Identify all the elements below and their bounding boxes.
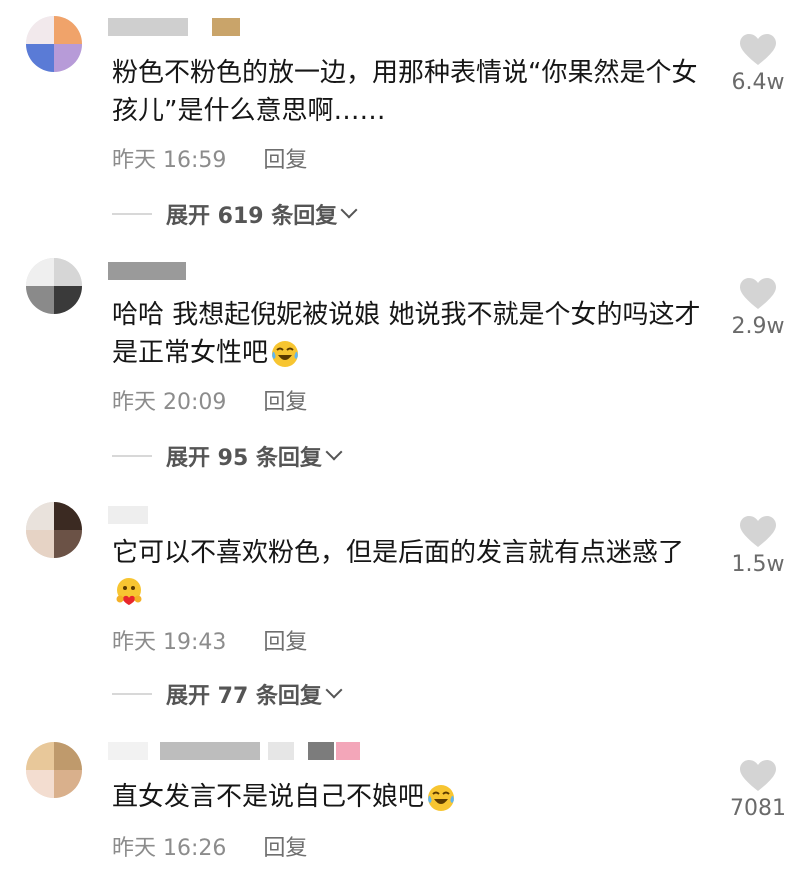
laughing-tears-emoji xyxy=(428,784,455,811)
avatar[interactable] xyxy=(26,742,82,798)
comment-item: 哈哈 我想起倪妮被说娘 她说我不就是个女的吗这才是正常女性吧 昨天 20:09 … xyxy=(0,240,800,490)
avatar[interactable] xyxy=(26,502,82,558)
comment-time: 昨天 20:09 xyxy=(112,390,227,415)
heart-icon xyxy=(740,516,776,547)
expand-replies-button[interactable]: 展开 77 条回复 xyxy=(112,678,343,710)
laughing-tears-emoji xyxy=(272,340,299,367)
divider-line xyxy=(112,693,152,695)
avatar[interactable] xyxy=(26,16,82,72)
like-count: 2.9w xyxy=(731,314,785,339)
like-count: 1.5w xyxy=(731,552,785,577)
expand-replies-button[interactable]: 展开 619 条回复 xyxy=(112,198,358,230)
comment-text: 它可以不喜欢粉色，但是后面的发言就有点迷惑了 xyxy=(112,534,712,610)
comment-time: 昨天 16:26 xyxy=(112,836,227,861)
chevron-down-icon xyxy=(340,201,358,219)
divider-line xyxy=(112,455,152,457)
reply-button[interactable]: 回复 xyxy=(263,384,307,416)
comment-item: 直女发言不是说自己不娘吧 昨天 16:26 回复 7081 xyxy=(0,730,800,873)
like-count: 7081 xyxy=(730,796,786,821)
reply-button[interactable]: 回复 xyxy=(263,624,307,656)
heart-icon xyxy=(740,278,776,309)
divider-line xyxy=(112,213,152,215)
comment-meta: 昨天 20:09 回复 xyxy=(112,384,307,416)
avatar[interactable] xyxy=(26,258,82,314)
reply-button[interactable]: 回复 xyxy=(263,830,307,862)
comment-meta: 昨天 19:43 回复 xyxy=(112,624,307,656)
like-button[interactable]: 2.9w xyxy=(728,278,788,339)
chevron-down-icon xyxy=(325,443,343,461)
comment-meta: 昨天 16:26 回复 xyxy=(112,830,307,862)
comment-text: 哈哈 我想起倪妮被说娘 她说我不就是个女的吗这才是正常女性吧 xyxy=(112,300,701,368)
hug-heart-emoji xyxy=(116,577,142,605)
comment-meta: 昨天 16:59 回复 xyxy=(112,142,307,174)
reply-button[interactable]: 回复 xyxy=(263,142,307,174)
like-button[interactable]: 6.4w xyxy=(728,34,788,95)
heart-icon xyxy=(740,34,776,65)
expand-replies-button[interactable]: 展开 95 条回复 xyxy=(112,440,343,472)
like-count: 6.4w xyxy=(731,70,785,95)
like-button[interactable]: 7081 xyxy=(728,760,788,821)
comment-item: 粉色不粉色的放一边，用那种表情说“你果然是个女孩儿”是什么意思啊…… 昨天 16… xyxy=(0,0,800,240)
like-button[interactable]: 1.5w xyxy=(728,516,788,577)
comment-item: 它可以不喜欢粉色，但是后面的发言就有点迷惑了 昨天 19:43 回复 展开 77… xyxy=(0,490,800,730)
comment-time: 昨天 16:59 xyxy=(112,148,227,173)
heart-icon xyxy=(740,760,776,791)
comment-text: 直女发言不是说自己不娘吧 xyxy=(112,778,712,816)
chevron-down-icon xyxy=(325,681,343,699)
comment-text: 粉色不粉色的放一边，用那种表情说“你果然是个女孩儿”是什么意思啊…… xyxy=(112,58,698,126)
comment-time: 昨天 19:43 xyxy=(112,630,227,655)
